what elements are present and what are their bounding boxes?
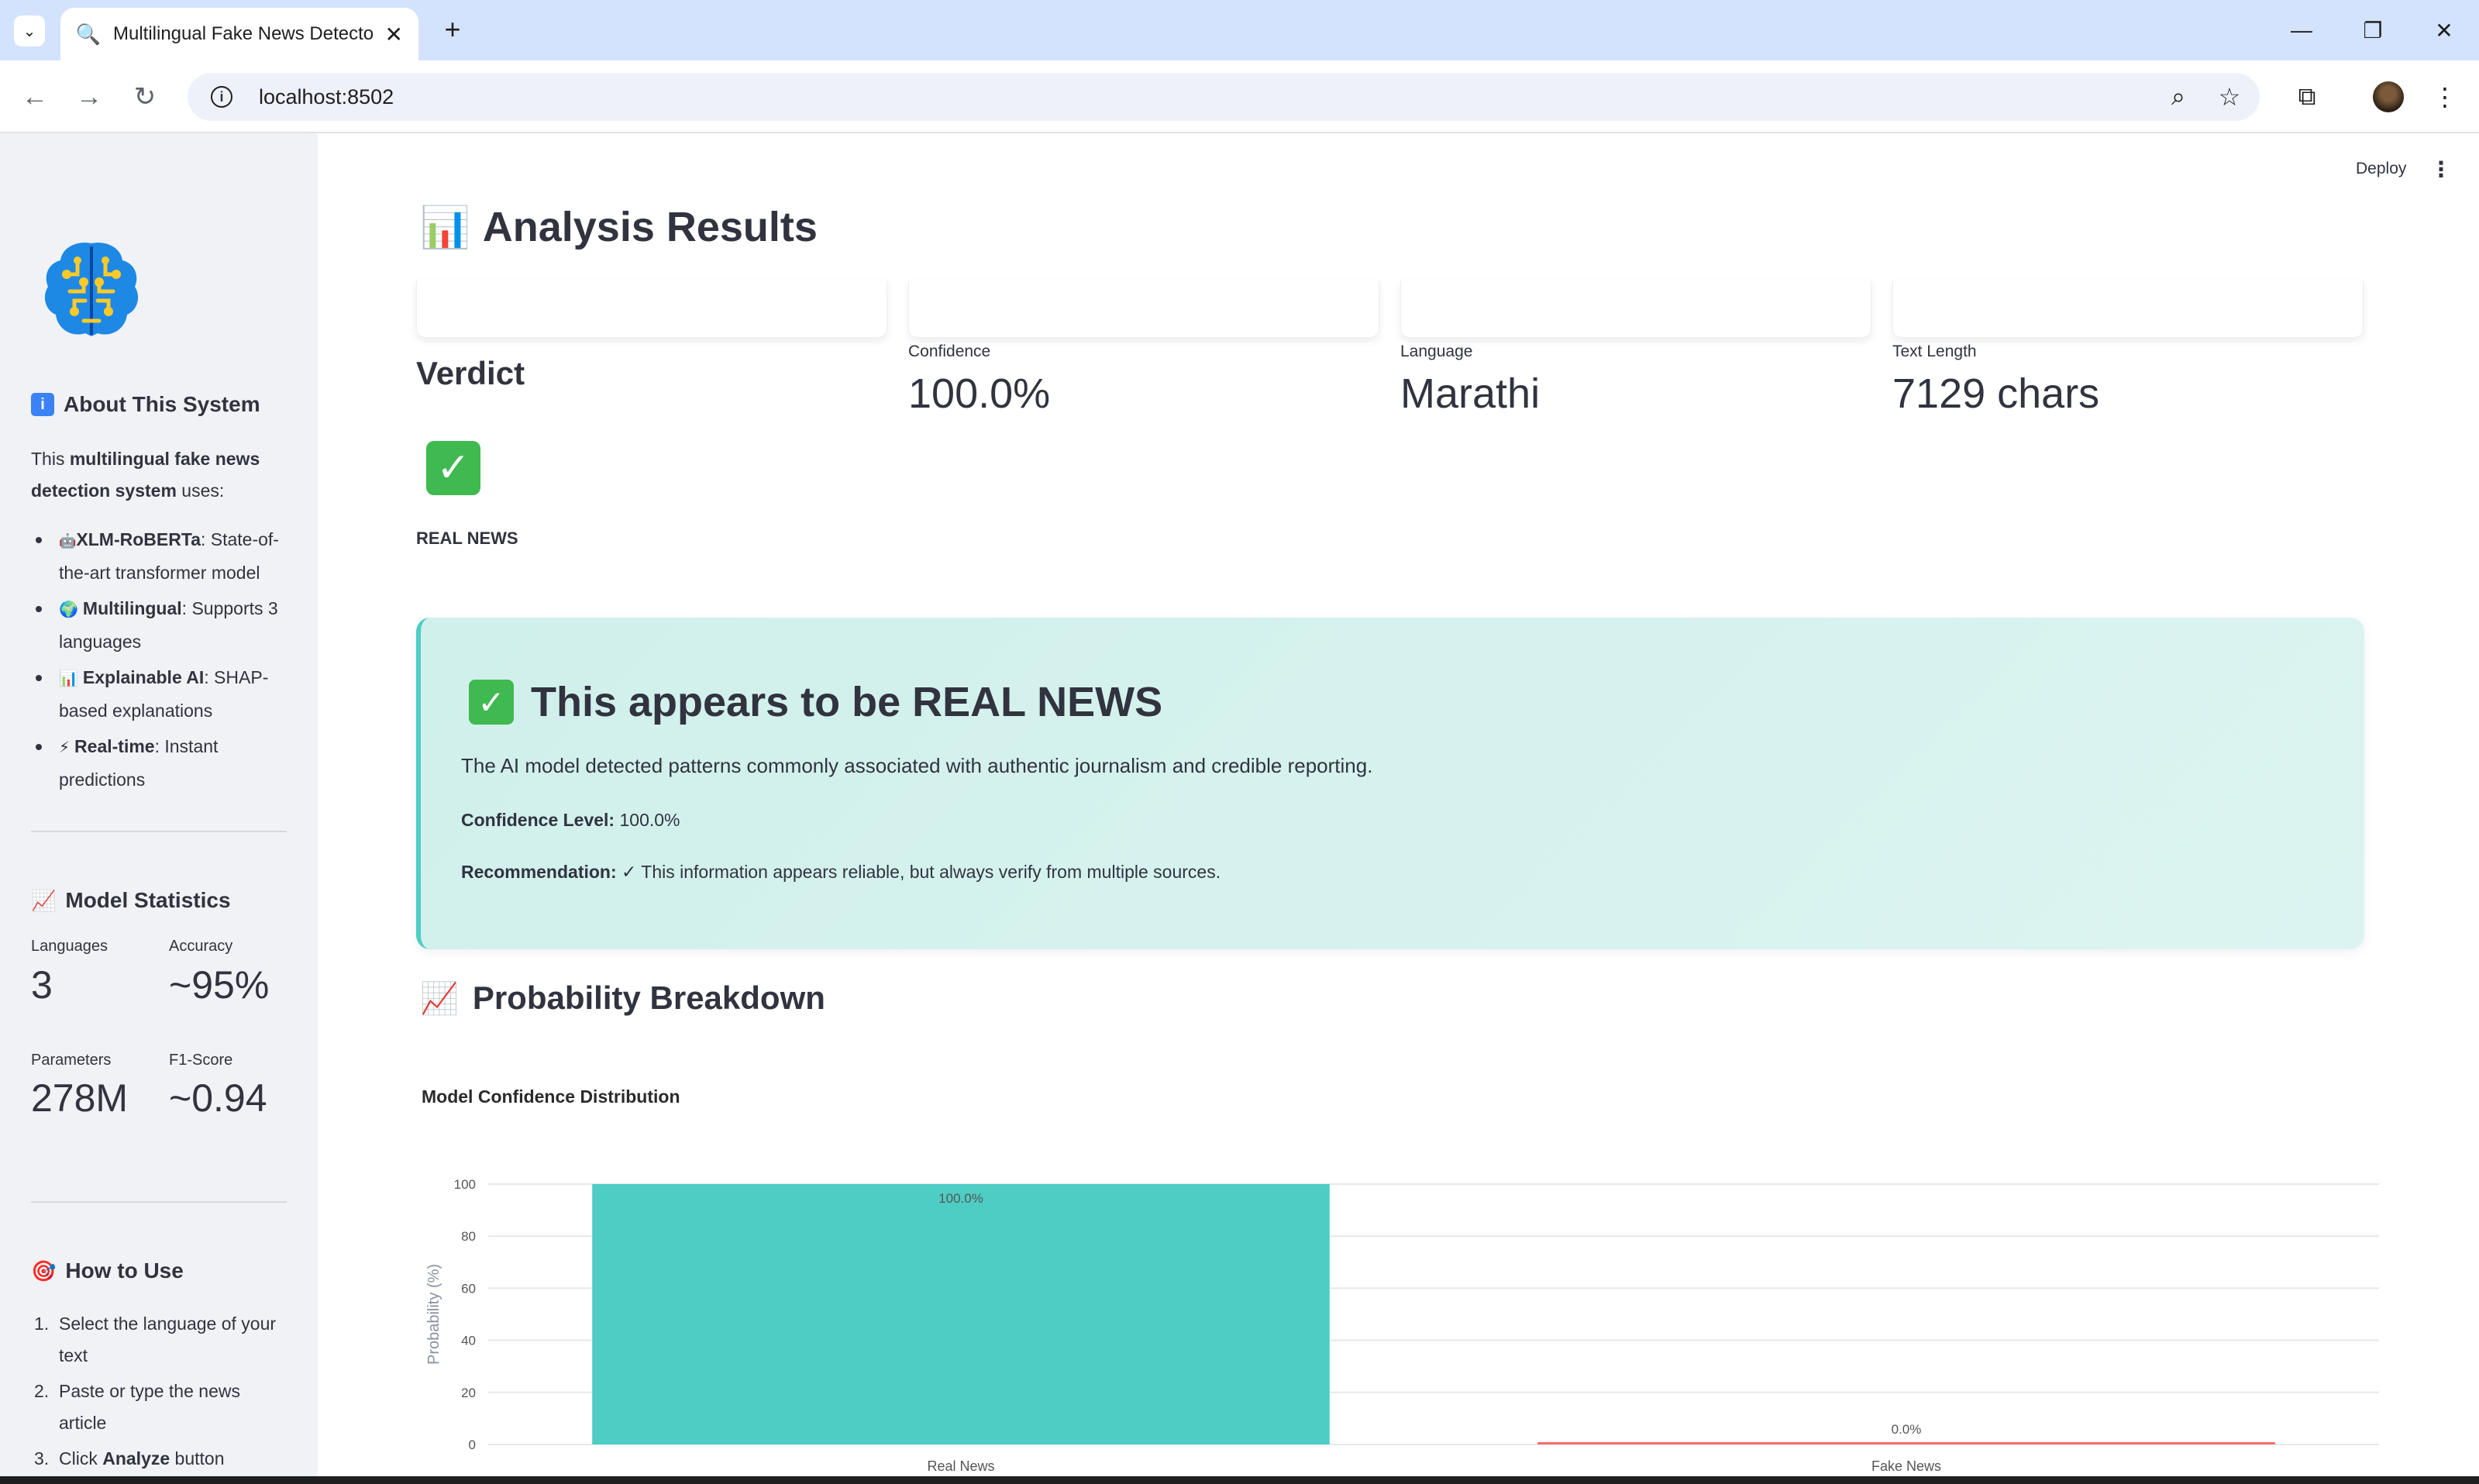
y-tick-label: 80 [461,1229,476,1244]
taskbar-strip [0,1476,2479,1484]
y-tick-label: 20 [461,1386,476,1400]
x-tick-label: Fake News [1871,1458,1941,1474]
close-window-icon[interactable]: ✕ [2421,12,2467,48]
y-tick-label: 40 [461,1334,476,1348]
y-axis-label: Probability (%) [425,1264,442,1365]
about-feature-list: 🤖XLM-RoBERTa: State-of-the-art transform… [31,524,287,800]
site-info-icon[interactable]: i [211,86,232,108]
browser-toolbar: ← → ↻ i localhost:8502 ⌕ ☆ ⧉ ⋮ [0,60,2479,133]
profile-avatar[interactable] [2373,81,2404,112]
verdict-value: REAL NEWS [416,529,518,548]
globe-icon: 🌍 [59,601,78,618]
check-mark-icon: ✓ [469,680,514,725]
deploy-button[interactable]: Deploy [2356,160,2406,178]
metric-card [908,281,1379,338]
tab-close-icon[interactable]: ✕ [385,22,403,47]
target-icon: 🎯 [31,1258,57,1283]
tab-search-chevron-icon[interactable]: ⌄ [14,15,45,46]
bar-chart-icon: 📊 [420,205,470,250]
restore-icon[interactable]: ❐ [2350,12,2396,48]
list-item: ⚡ Real-time: Instant predictions [31,731,287,796]
list-item: 📊 Explainable AI: SHAP-based explanations [31,662,287,727]
metric-value: ~0.94 [169,1076,267,1120]
model-stats-heading: 📈 Model Statistics [31,888,231,912]
chart-title: Model Confidence Distribution [422,1086,680,1107]
trend-chart-icon: 📈 [420,981,459,1016]
reload-icon[interactable]: ↻ [126,77,164,116]
bar [592,1184,1330,1444]
list-item: 🌍 Multilingual: Supports 3 languages [31,593,287,658]
metric-value: 278M [31,1076,129,1120]
metric-value: ~95% [169,963,270,1007]
x-tick-label: Real News [927,1458,994,1474]
metric-card [1400,281,1871,338]
metric-label: Accuracy [169,938,233,955]
divider [31,1201,287,1203]
browser-tab-active[interactable]: 🔍 Multilingual Fake News Detecto ✕ [60,8,418,60]
metric-label: F1-Score [169,1052,233,1069]
minimize-icon[interactable]: — [2278,12,2325,48]
brain-circuit-logo-icon [44,243,139,336]
back-arrow-icon[interactable]: ← [15,77,54,116]
bar [1537,1442,2275,1444]
extensions-icon[interactable]: ⧉ [2288,77,2326,116]
how-to-steps: 1. Select the language of your text 2. Pas… [31,1308,287,1476]
language-label: Language [1400,343,1473,360]
probability-breakdown-heading: 📈 Probability Breakdown [420,980,825,1016]
page-title: 📊 Analysis Results [420,204,818,250]
how-to-use-heading: 🎯 How to Use [31,1258,184,1283]
new-tab-button[interactable]: + [437,13,468,45]
y-tick-label: 0 [469,1438,476,1452]
zoom-icon[interactable]: ⌕ [2159,77,2198,116]
confidence-level-line: Confidence Level: 100.0% [461,810,680,830]
list-item: 1. Select the language of your text [34,1314,277,1365]
lightning-icon: ⚡ [59,739,71,756]
text-length-label: Text Length [1892,343,1977,360]
bookmark-star-icon[interactable]: ☆ [2210,77,2249,116]
probability-bar-chart: 0 20 40 60 80 100 Probability (%) 100.0% Real Ne… [425,1177,2379,1474]
recommendation-line: Recommendation: ✓ This information appea… [461,862,1221,882]
url-text[interactable]: localhost:8502 [259,85,394,109]
forward-arrow-icon[interactable]: → [70,77,108,116]
search-favicon-icon: 🔍 [75,22,102,46]
app-menu-icon[interactable]: ⋮ [2430,157,2452,182]
check-mark-icon: ✓ [426,441,480,495]
metric-label: Languages [31,938,108,955]
result-callout: ✓ This appears to be REAL NEWS The AI mo… [416,618,2364,949]
list-item: 3. Click Analyze button [34,1448,225,1469]
about-heading: i About This System [31,392,260,417]
about-intro: This multilingual fake news detection sy… [31,449,260,501]
language-value: Marathi [1400,370,1541,417]
text-length-value: 7129 chars [1892,370,2100,417]
trend-chart-icon: 📈 [31,888,57,912]
sidebar: i About This System This multilingual fa… [0,133,318,1476]
info-icon: i [31,393,54,416]
confidence-value: 100.0% [908,370,1051,417]
result-description: The AI model detected patterns commonly … [461,754,1373,777]
metric-card [416,281,887,338]
tab-title: Multilingual Fake News Detecto [113,23,374,44]
confidence-label: Confidence [908,343,991,360]
browser-menu-icon[interactable]: ⋮ [2426,77,2464,116]
list-item: 2. Paste or type the news article [34,1381,240,1433]
main-content: Deploy ⋮ 📊 Analysis Results Verdict ✓ RE… [318,133,2479,1476]
y-tick-label: 100 [454,1177,476,1192]
bar-chart-icon: 📊 [59,670,78,687]
robot-icon: 🤖 [59,533,77,549]
data-label: 100.0% [938,1191,983,1206]
metric-card [1892,281,2364,338]
data-label: 0.0% [1892,1422,1922,1437]
y-tick-label: 60 [461,1281,476,1296]
result-title: ✓ This appears to be REAL NEWS [469,678,1162,726]
metric-value: 3 [31,963,53,1007]
list-item: 🤖XLM-RoBERTa: State-of-the-art transform… [31,524,287,589]
verdict-heading: Verdict [416,355,525,391]
address-bar[interactable]: i localhost:8502 [188,73,2260,121]
metric-label: Parameters [31,1052,112,1069]
browser-tab-bar: ⌄ 🔍 Multilingual Fake News Detecto ✕ + —… [0,0,2479,60]
divider [31,831,287,832]
